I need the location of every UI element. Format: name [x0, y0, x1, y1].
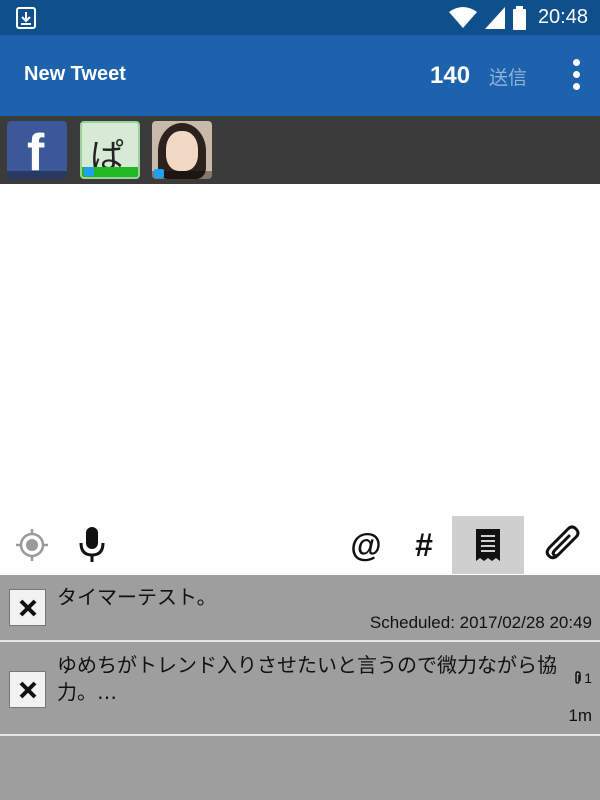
download-icon: [16, 7, 36, 29]
list-item[interactable]: ゆめちがトレンド入りさせたいと言うので微力ながら協力。… 1 1m: [0, 644, 600, 736]
twitter-icon: [84, 167, 94, 176]
twitter-icon: [154, 169, 164, 178]
hashtag-button[interactable]: #: [402, 516, 446, 574]
char-counter: 140: [430, 62, 471, 89]
close-icon: [19, 599, 36, 616]
account-facebook[interactable]: f: [7, 121, 67, 179]
drafts-icon[interactable]: [452, 516, 524, 574]
account-twitter-2[interactable]: [152, 121, 212, 179]
draft-text: ゆめちがトレンド入りさせたいと言うので微力ながら協力。…: [57, 653, 557, 704]
app-bar: New Tweet 140 送信: [0, 35, 600, 116]
drafts-list: タイマーテスト。 Scheduled: 2017/02/28 20:49 ゆめち…: [0, 575, 600, 800]
page-title: New Tweet: [24, 63, 126, 85]
list-item[interactable]: タイマーテスト。 Scheduled: 2017/02/28 20:49: [0, 575, 600, 642]
scheduled-time: Scheduled: 2017/02/28 20:49: [369, 613, 592, 632]
mention-button[interactable]: @: [344, 516, 388, 574]
status-time: 20:48: [537, 6, 588, 28]
location-icon[interactable]: [12, 516, 52, 574]
attachment-icon[interactable]: [538, 516, 588, 574]
account-twitter-1[interactable]: ぱ: [80, 121, 140, 179]
draft-time: 1m: [568, 706, 592, 725]
paperclip-icon: [575, 671, 581, 684]
microphone-icon[interactable]: [72, 516, 112, 574]
delete-draft-button[interactable]: [9, 671, 46, 708]
account-selector: f ぱ: [0, 116, 600, 184]
tweet-text-input[interactable]: [0, 184, 600, 516]
status-bar: 20:48: [0, 0, 600, 35]
delete-draft-button[interactable]: [9, 589, 46, 626]
attachment-count: 1: [573, 670, 592, 686]
send-button[interactable]: 送信: [489, 63, 527, 90]
close-icon: [19, 681, 36, 698]
signal-icon: [484, 6, 505, 29]
battery-icon: [512, 5, 526, 30]
compose-toolbar: @ #: [0, 516, 600, 574]
more-vert-icon[interactable]: [566, 59, 586, 95]
wifi-icon: [448, 6, 477, 28]
draft-text: タイマーテスト。: [57, 585, 217, 609]
